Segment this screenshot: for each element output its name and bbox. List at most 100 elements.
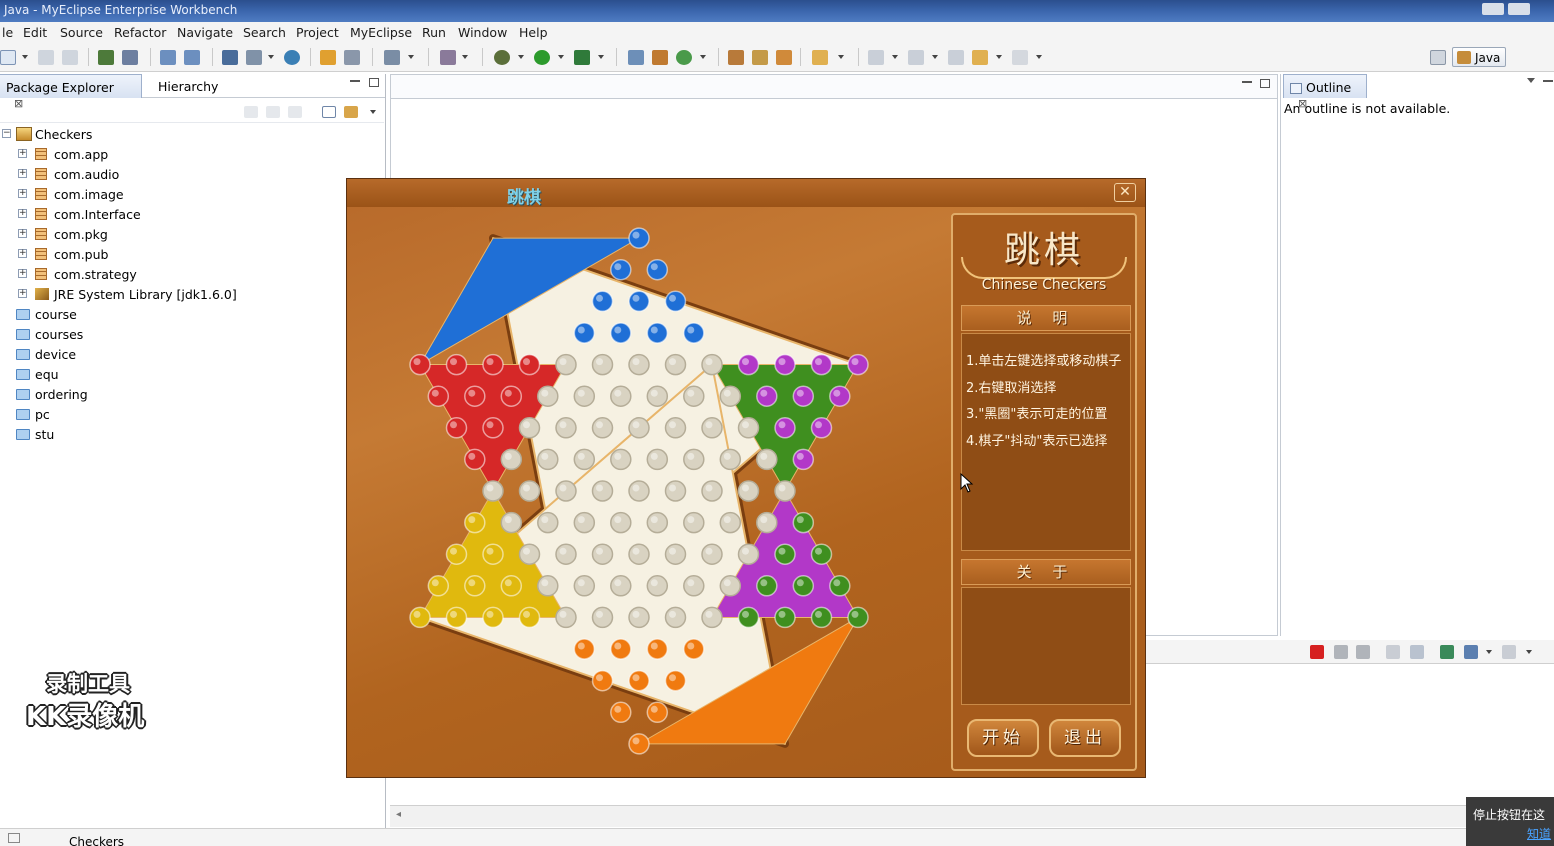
new-icon[interactable] bbox=[0, 50, 16, 65]
board-hole[interactable] bbox=[628, 543, 650, 565]
board-piece[interactable] bbox=[829, 385, 851, 407]
scroll-left-icon[interactable]: ◂ bbox=[396, 809, 401, 820]
board-hole[interactable] bbox=[573, 511, 596, 534]
board-piece[interactable] bbox=[445, 353, 468, 376]
minimize-outline-icon[interactable] bbox=[1543, 79, 1553, 82]
board-hole[interactable] bbox=[555, 417, 577, 439]
redeploy-icon[interactable] bbox=[184, 50, 200, 65]
board-piece[interactable] bbox=[482, 353, 504, 376]
board-piece[interactable] bbox=[427, 575, 450, 597]
board-hole[interactable] bbox=[683, 511, 705, 534]
board-piece[interactable] bbox=[573, 322, 596, 344]
board-hole[interactable] bbox=[610, 575, 632, 597]
expand-icon[interactable]: + bbox=[18, 149, 27, 158]
board-piece[interactable] bbox=[482, 606, 504, 629]
menu-search[interactable]: Search bbox=[243, 25, 286, 40]
exit-button[interactable]: 退出 bbox=[1049, 719, 1121, 757]
board-piece[interactable] bbox=[518, 353, 541, 376]
menu-navigate[interactable]: Navigate bbox=[177, 25, 233, 40]
fast-view-icon[interactable] bbox=[8, 833, 20, 843]
board-piece[interactable] bbox=[464, 385, 486, 407]
tree-item[interactable]: device bbox=[0, 345, 384, 365]
board-piece[interactable] bbox=[518, 606, 541, 629]
outline-menu-icon[interactable] bbox=[1527, 78, 1535, 83]
tree-item[interactable]: + com.app bbox=[0, 145, 384, 165]
tab-outline[interactable]: Outline ⊠ bbox=[1283, 74, 1367, 110]
external-tools-dropdown-icon[interactable] bbox=[598, 55, 604, 59]
board-hole[interactable] bbox=[591, 606, 614, 629]
board-piece[interactable] bbox=[445, 417, 468, 439]
board-hole[interactable] bbox=[664, 353, 687, 376]
board-hole[interactable] bbox=[591, 353, 614, 376]
open-project-icon[interactable] bbox=[812, 50, 828, 65]
board-hole[interactable] bbox=[719, 511, 742, 534]
clear-console-icon[interactable] bbox=[1386, 645, 1400, 659]
server-icon[interactable] bbox=[122, 50, 138, 65]
remove-launch-icon[interactable] bbox=[1334, 645, 1348, 659]
search-icon[interactable] bbox=[776, 50, 792, 65]
maximize-editor-icon[interactable] bbox=[1260, 79, 1270, 88]
menu-file[interactable]: le bbox=[2, 25, 13, 40]
start-button[interactable]: 开始 bbox=[967, 719, 1039, 757]
board-piece[interactable] bbox=[792, 511, 815, 534]
board-hole[interactable] bbox=[701, 543, 723, 565]
forward-dropdown-icon[interactable] bbox=[1036, 55, 1042, 59]
board-piece[interactable] bbox=[628, 733, 650, 755]
minimize-window-button[interactable] bbox=[1482, 3, 1504, 15]
board-hole[interactable] bbox=[537, 385, 559, 407]
board-piece[interactable] bbox=[756, 575, 778, 597]
board-hole[interactable] bbox=[646, 448, 669, 471]
board-hole[interactable] bbox=[573, 575, 596, 597]
tree-item[interactable]: + com.Interface bbox=[0, 205, 384, 225]
tree-item[interactable]: − Checkers bbox=[0, 125, 384, 145]
tree-item[interactable]: + com.image bbox=[0, 185, 384, 205]
board-hole[interactable] bbox=[518, 417, 541, 439]
tools-dropdown-icon[interactable] bbox=[462, 55, 468, 59]
print-icon[interactable] bbox=[62, 50, 78, 65]
tab-hierarchy[interactable]: Hierarchy bbox=[152, 74, 218, 98]
board-hole[interactable] bbox=[500, 448, 523, 471]
board-hole[interactable] bbox=[537, 575, 559, 597]
forward-icon[interactable] bbox=[1012, 50, 1028, 65]
open-console-dropdown-icon[interactable] bbox=[1526, 650, 1532, 654]
next-annotation-dropdown-icon[interactable] bbox=[892, 55, 898, 59]
game-board[interactable] bbox=[377, 209, 897, 779]
expand-icon[interactable]: + bbox=[18, 289, 27, 298]
java-perspective-button[interactable]: Java bbox=[1452, 47, 1506, 67]
menu-help[interactable]: Help bbox=[519, 25, 548, 40]
board-hole[interactable] bbox=[610, 511, 632, 534]
board-hole[interactable] bbox=[518, 480, 541, 502]
external-tools-icon[interactable] bbox=[574, 50, 590, 65]
collapse-all-icon[interactable] bbox=[322, 106, 336, 118]
board-hole[interactable] bbox=[683, 575, 705, 597]
board-hole[interactable] bbox=[555, 353, 577, 376]
board-hole[interactable] bbox=[628, 480, 650, 502]
board-piece[interactable] bbox=[591, 290, 614, 313]
last-edit-icon[interactable] bbox=[948, 50, 964, 65]
board-hole[interactable] bbox=[591, 543, 614, 565]
prev-annotation-icon[interactable] bbox=[908, 50, 924, 65]
next-annotation-icon[interactable] bbox=[868, 50, 884, 65]
tree-item[interactable]: + com.pub bbox=[0, 245, 384, 265]
board-hole[interactable] bbox=[555, 480, 577, 502]
database-icon[interactable] bbox=[222, 50, 238, 65]
board-piece[interactable] bbox=[409, 353, 431, 376]
menu-window[interactable]: Window bbox=[458, 25, 507, 40]
collapse-icon[interactable]: − bbox=[2, 129, 11, 138]
menu-run[interactable]: Run bbox=[422, 25, 446, 40]
tree-item[interactable]: equ bbox=[0, 365, 384, 385]
board-hole[interactable] bbox=[701, 606, 723, 629]
export-icon[interactable] bbox=[344, 50, 360, 65]
board-hole[interactable] bbox=[701, 480, 723, 502]
run-server-dropdown-icon[interactable] bbox=[268, 55, 274, 59]
board-piece[interactable] bbox=[500, 385, 523, 407]
save-icon[interactable] bbox=[38, 50, 54, 65]
board-hole[interactable] bbox=[756, 448, 778, 471]
tree-item[interactable]: stu bbox=[0, 425, 384, 445]
board-piece[interactable] bbox=[774, 606, 796, 629]
board-piece[interactable] bbox=[774, 353, 796, 376]
board-hole[interactable] bbox=[737, 480, 760, 502]
forward-nav-icon[interactable] bbox=[266, 106, 280, 118]
back-icon[interactable] bbox=[972, 50, 988, 65]
board-hole[interactable] bbox=[664, 543, 687, 565]
